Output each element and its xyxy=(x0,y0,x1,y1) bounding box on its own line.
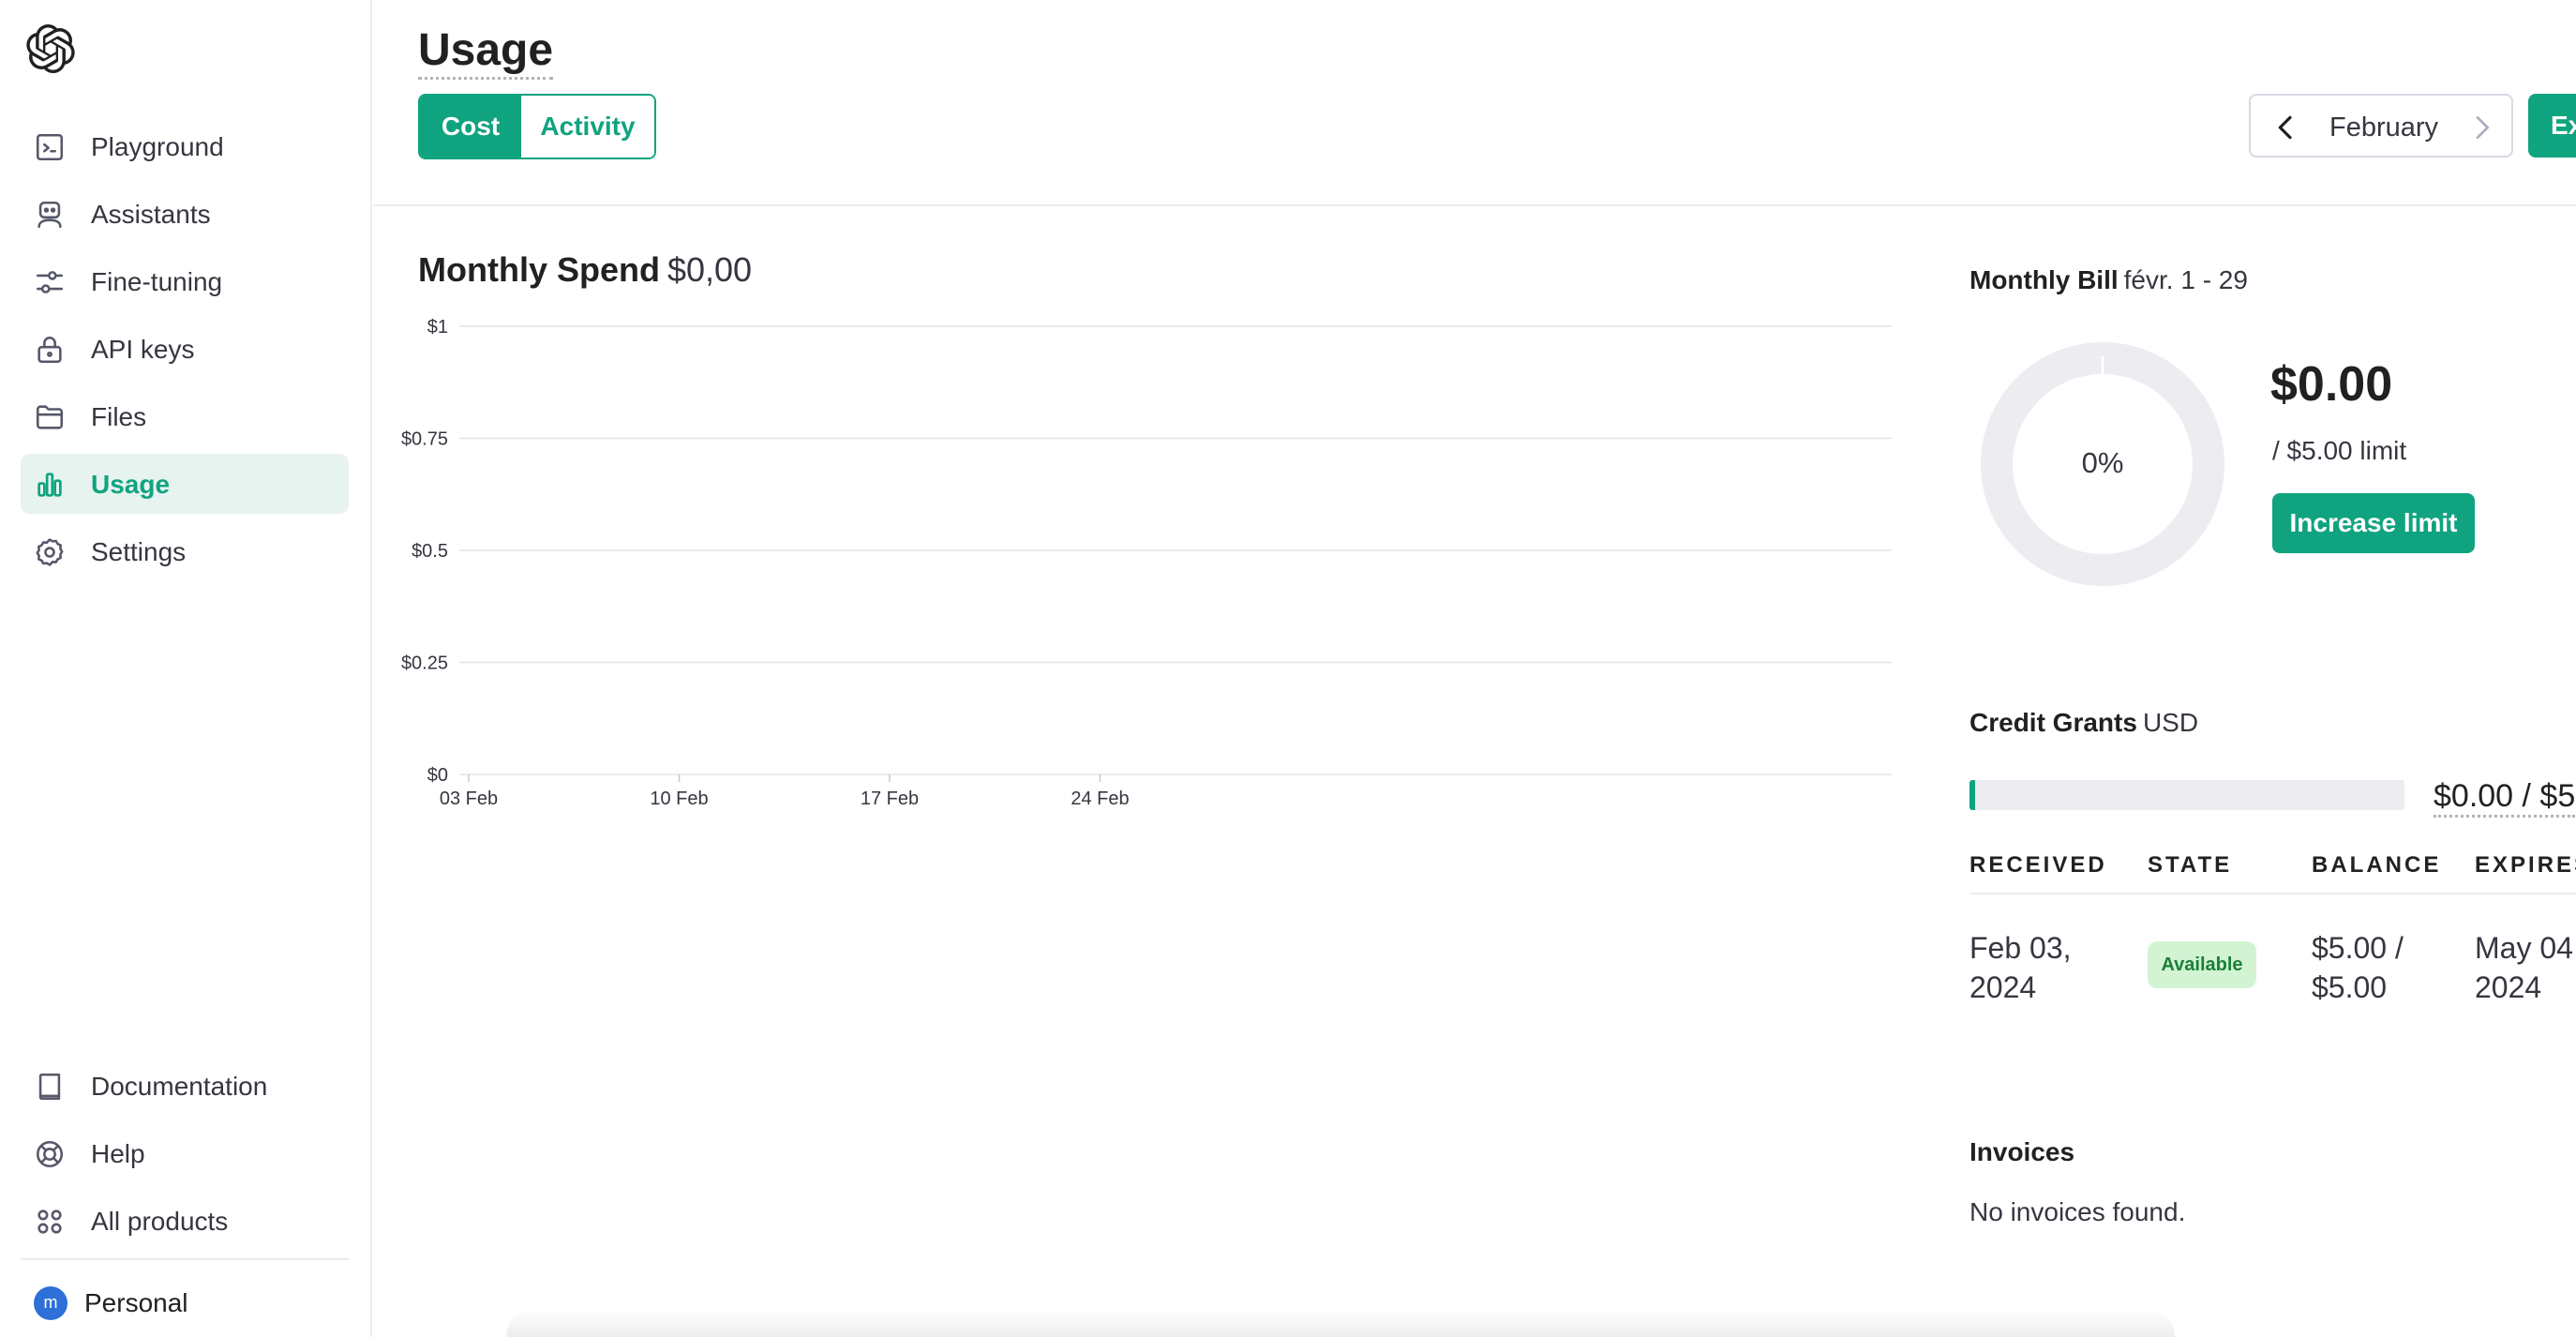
sidebar-item-label: Playground xyxy=(91,132,224,161)
column-header-expires: EXPIRES xyxy=(2475,852,2576,878)
robot-icon xyxy=(37,201,62,229)
chevron-left-icon[interactable] xyxy=(2271,113,2301,143)
sidebar-item-label: Usage xyxy=(91,470,171,499)
page-title: Usage xyxy=(418,24,554,80)
increase-limit-button[interactable]: Increase limit xyxy=(2272,493,2475,553)
credit-grants-heading: Credit Grants USD xyxy=(1969,707,2198,739)
invoices-title: Invoices xyxy=(1969,1137,2075,1166)
monthly-spend-chart: $0 $0.25 $0.5 $0.75 $1 03 Feb 10 Feb 17 Feb 24 F… xyxy=(401,317,1892,809)
y-tick-label: $0 xyxy=(427,765,448,786)
y-tick-label: $0.5 xyxy=(412,541,448,562)
month-picker: February xyxy=(2249,94,2513,158)
monthly-spend-value: $0,00 xyxy=(666,250,753,289)
sidebar-item-label: All products xyxy=(91,1207,229,1236)
credit-grant-progress xyxy=(1969,780,2404,810)
x-tick-label: 10 Feb xyxy=(650,789,708,809)
tab-activity[interactable]: Activity xyxy=(521,96,654,158)
sidebar-item-label: API keys xyxy=(91,335,195,364)
sliders-icon xyxy=(36,271,64,293)
sidebar-item-documentation[interactable]: Documentation xyxy=(21,1056,349,1116)
sidebar-item-settings[interactable]: Settings xyxy=(21,521,349,581)
monthly-spend-heading: Monthly Spend $0,00 xyxy=(418,251,752,289)
terminal-icon xyxy=(36,133,64,161)
grant-balance: $5.00 / $5.00 xyxy=(2312,931,2404,1004)
sidebar-item-label: Help xyxy=(91,1139,145,1168)
status-badge: Available xyxy=(2148,941,2256,988)
avatar[interactable]: m xyxy=(34,1286,67,1320)
grant-received: Feb 03, 2024 xyxy=(1969,931,2072,1004)
sidebar-item-label: Fine-tuning xyxy=(91,267,223,296)
sidebar-item-label: Settings xyxy=(91,537,187,566)
grant-expires: May 04, 2024 xyxy=(2475,931,2576,1004)
view-toggle: Cost Activity xyxy=(418,94,656,159)
sidebar-item-assistants[interactable]: Assistants xyxy=(21,184,349,244)
lock-icon xyxy=(37,337,62,364)
credit-grants-currency: USD xyxy=(2142,708,2199,737)
header-divider xyxy=(374,204,2576,206)
bill-amount: $0.00 xyxy=(2270,357,2393,412)
gear-icon xyxy=(36,538,64,566)
sidebar-item-playground[interactable]: Playground xyxy=(21,116,349,176)
column-header-state: STATE xyxy=(2148,852,2233,878)
monthly-bill-range: févr. 1 - 29 xyxy=(2123,265,2248,294)
monthly-bill-title: Monthly Bill xyxy=(1969,265,2119,294)
sidebar-item-api-keys[interactable]: API keys xyxy=(21,319,349,379)
bar-chart-icon xyxy=(37,473,62,497)
column-header-received: RECEIVED xyxy=(1969,852,2107,878)
credit-grant-progress-fill xyxy=(1969,780,1975,810)
x-tick-label: 17 Feb xyxy=(861,789,919,809)
sidebar: Playground Assistants Fine-tuning API ke… xyxy=(0,0,372,1337)
column-header-balance: BALANCE xyxy=(2312,852,2442,878)
scroll-shadow xyxy=(506,1309,2175,1337)
chevron-right-icon[interactable] xyxy=(2466,113,2496,143)
sidebar-divider xyxy=(21,1258,349,1260)
y-tick-label: $0.75 xyxy=(401,429,448,450)
x-tick-label: 03 Feb xyxy=(440,789,498,809)
sidebar-item-all-products[interactable]: All products xyxy=(21,1191,349,1251)
x-tick-label: 24 Feb xyxy=(1071,789,1129,809)
sidebar-item-label: Files xyxy=(91,402,147,431)
table-header-divider xyxy=(1969,893,2576,894)
invoices-empty-message: No invoices found. xyxy=(1969,1197,2186,1226)
sidebar-item-files[interactable]: Files xyxy=(21,386,349,446)
bill-limit: / $5.00 limit xyxy=(2272,436,2407,465)
folder-icon xyxy=(36,405,64,429)
credit-grant-amount[interactable]: $0.00 / $5 xyxy=(2434,777,2576,818)
book-icon xyxy=(38,1073,61,1101)
grid-icon xyxy=(37,1209,62,1234)
credit-grants-title: Credit Grants xyxy=(1969,708,2137,737)
y-tick-label: $0.25 xyxy=(401,653,448,674)
sidebar-item-fine-tuning[interactable]: Fine-tuning xyxy=(21,251,349,311)
monthly-spend-title: Monthly Spend xyxy=(418,250,660,289)
month-label: February xyxy=(2329,113,2439,143)
export-button[interactable]: Ex xyxy=(2528,94,2576,158)
sidebar-item-usage[interactable]: Usage xyxy=(21,454,349,514)
lifebuoy-icon xyxy=(36,1140,64,1168)
tab-cost[interactable]: Cost xyxy=(420,96,521,158)
openai-logo-icon[interactable] xyxy=(26,24,75,73)
y-tick-label: $1 xyxy=(427,317,448,338)
sidebar-item-help[interactable]: Help xyxy=(21,1123,349,1183)
sidebar-item-label: Documentation xyxy=(91,1072,268,1101)
monthly-bill-heading: Monthly Bill févr. 1 - 29 xyxy=(1969,264,2248,296)
sidebar-item-label: Assistants xyxy=(91,200,211,229)
usage-percent-label: 0% xyxy=(2081,446,2124,479)
account-switcher[interactable]: Personal xyxy=(84,1288,188,1318)
